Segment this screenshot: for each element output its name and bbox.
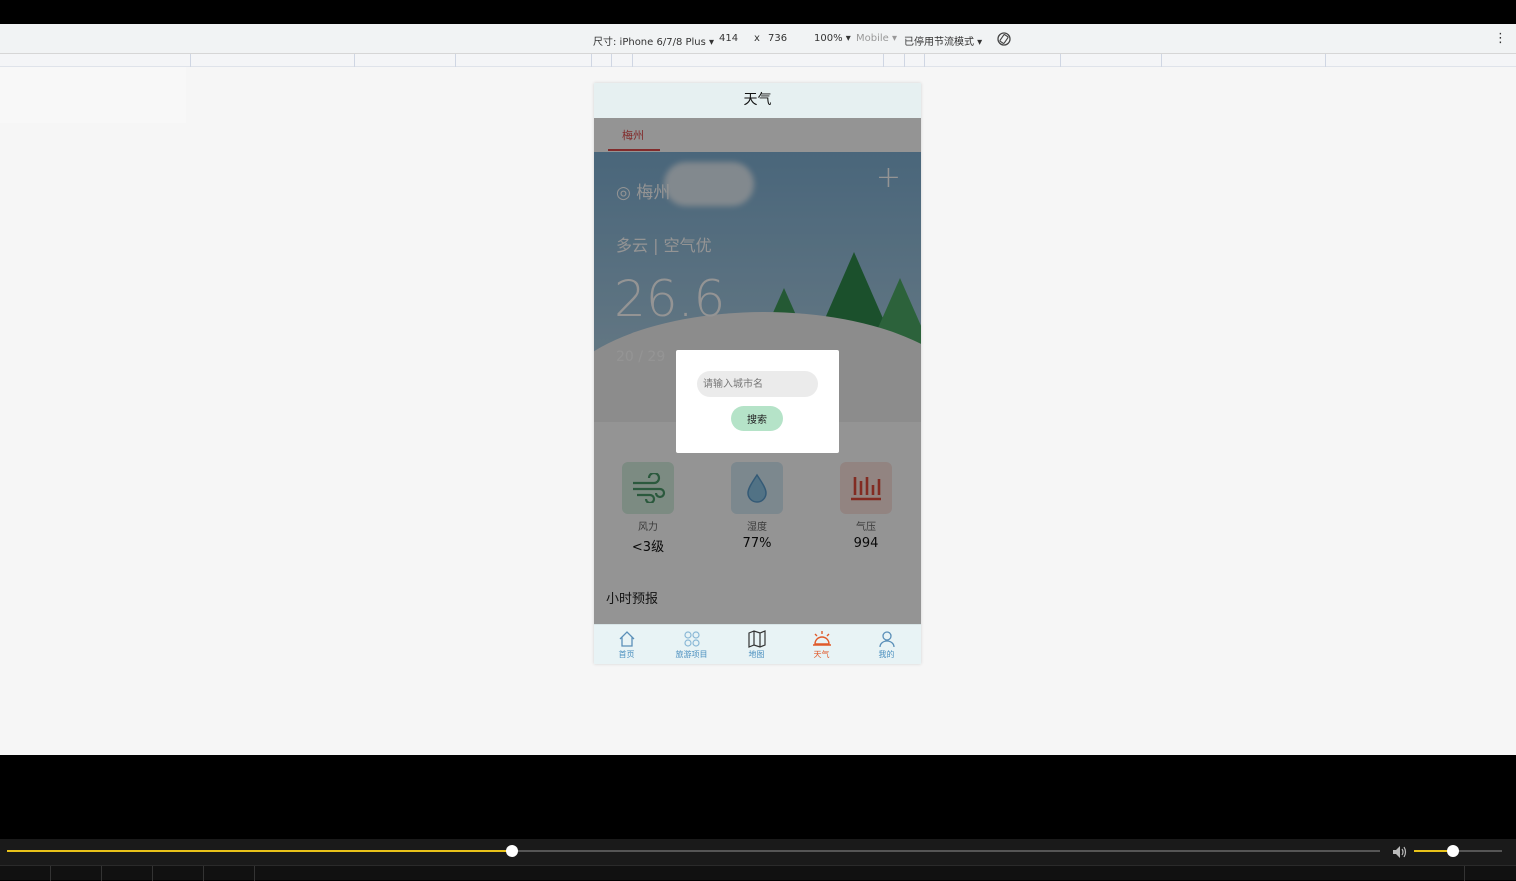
ghost-panel <box>0 67 186 123</box>
tab-profile[interactable]: 我的 <box>854 630 919 660</box>
devtools-device-toolbar: 尺寸: iPhone 6/7/8 Plus ▾ 414 x 736 100% ▾… <box>0 24 1516 54</box>
modal-overlay[interactable]: 搜索 <box>594 118 921 624</box>
tab-weather[interactable]: 天气 <box>789 630 854 660</box>
search-button[interactable]: 搜索 <box>731 406 783 431</box>
video-player-controls <box>0 839 1516 881</box>
user-icon <box>854 630 919 648</box>
tab-label: 天气 <box>813 650 830 659</box>
map-icon <box>724 630 789 648</box>
player-status-strip <box>0 865 1516 881</box>
progress-handle[interactable] <box>506 845 519 857</box>
city-search-dialog: 搜索 <box>676 350 839 453</box>
bottom-tab-bar: 首页 旅游项目 地图 天气 我的 <box>594 624 921 664</box>
volume-slider[interactable] <box>1414 845 1502 857</box>
device-select[interactable]: 尺寸: iPhone 6/7/8 Plus ▾ <box>593 33 714 48</box>
throttle-select[interactable]: 已停用节流模式 ▾ <box>904 33 982 48</box>
screen: 尺寸: iPhone 6/7/8 Plus ▾ 414 x 736 100% ▾… <box>0 0 1516 881</box>
volume-icon[interactable] <box>1392 844 1408 858</box>
volume-handle[interactable] <box>1446 845 1459 857</box>
device-height-field[interactable]: 736 <box>768 33 787 44</box>
tab-label: 旅游项目 <box>675 650 708 659</box>
tab-label: 地图 <box>748 650 765 659</box>
page-title: 天气 <box>594 83 921 118</box>
letterbox-bar <box>0 755 1516 839</box>
city-search-input[interactable] <box>697 371 818 397</box>
tab-home[interactable]: 首页 <box>594 630 659 660</box>
home-icon <box>594 630 659 648</box>
rotate-icon[interactable] <box>996 31 1012 50</box>
media-query-ruler <box>0 54 1516 67</box>
progress-fill <box>7 850 513 852</box>
zoom-select[interactable]: 100% ▾ <box>814 33 851 44</box>
more-options-icon[interactable]: ⋮ <box>1494 31 1507 46</box>
mode-select[interactable]: Mobile ▾ <box>856 33 897 44</box>
top-black-bar <box>0 0 1516 24</box>
phone-screen: 天气 梅州 + ◎ 梅州 多云 | 空气优 26.6 20 / 29 风力 <3… <box>594 83 921 664</box>
tab-tourism[interactable]: 旅游项目 <box>659 630 724 660</box>
progress-bar[interactable] <box>7 845 1380 857</box>
weather-icon <box>789 630 854 648</box>
tab-label: 我的 <box>878 650 895 659</box>
tab-label: 首页 <box>618 650 635 659</box>
tab-map[interactable]: 地图 <box>724 630 789 660</box>
dimension-separator: x <box>754 33 760 44</box>
device-width-field[interactable]: 414 <box>719 33 738 44</box>
grid-icon <box>659 630 724 648</box>
